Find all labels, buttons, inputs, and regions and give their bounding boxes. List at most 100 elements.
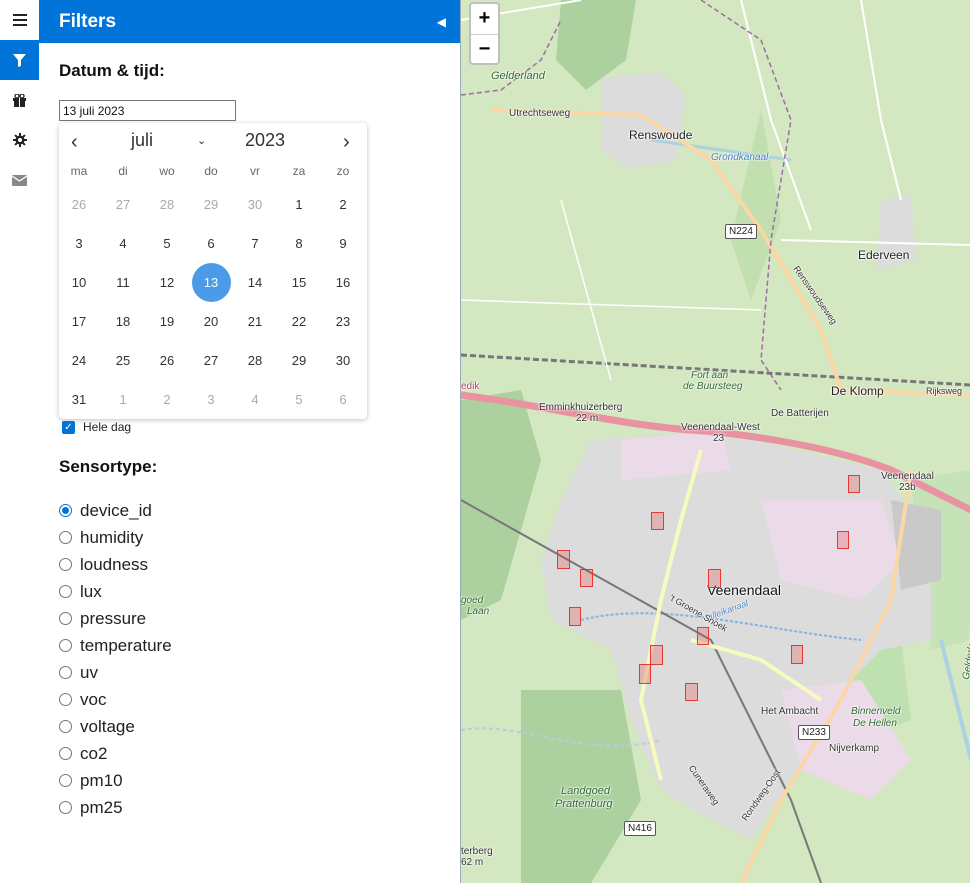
all-day-checkbox[interactable]: ✓ <box>62 420 75 434</box>
radio-button[interactable] <box>59 585 72 598</box>
calendar-day[interactable]: 8 <box>279 224 319 263</box>
sensor-type-option[interactable]: pm25 <box>59 794 172 821</box>
sensor-marker[interactable] <box>685 683 698 701</box>
calendar-day[interactable]: 3 <box>191 380 231 419</box>
calendar-day[interactable]: 30 <box>323 341 363 380</box>
radio-button[interactable] <box>59 774 72 787</box>
sensor-type-option[interactable]: humidity <box>59 524 172 551</box>
calendar-day[interactable]: 4 <box>235 380 275 419</box>
calendar-day[interactable]: 19 <box>147 302 187 341</box>
radio-button[interactable] <box>59 558 72 571</box>
calendar-day[interactable]: 18 <box>103 302 143 341</box>
sensor-marker[interactable] <box>639 664 651 684</box>
sensor-type-option[interactable]: temperature <box>59 632 172 659</box>
calendar-day[interactable]: 15 <box>279 263 319 302</box>
sidebar-tab-messages[interactable] <box>0 160 39 200</box>
calendar-day[interactable]: 21 <box>235 302 275 341</box>
calendar-day[interactable]: 10 <box>59 263 99 302</box>
radio-button[interactable] <box>59 747 72 760</box>
calendar-day[interactable]: 24 <box>59 341 99 380</box>
calendar-day[interactable]: 20 <box>191 302 231 341</box>
sidebar-tab-menu[interactable] <box>0 0 39 40</box>
calendar-day[interactable]: 6 <box>323 380 363 419</box>
calendar-day[interactable]: 30 <box>235 185 275 224</box>
sidebar-tab-filters[interactable] <box>0 40 39 80</box>
radio-button[interactable] <box>59 693 72 706</box>
sensor-marker[interactable] <box>569 607 581 626</box>
radio-button[interactable] <box>59 504 72 517</box>
month-select[interactable]: juli ⌄ <box>131 130 206 151</box>
sensor-type-option[interactable]: co2 <box>59 740 172 767</box>
sensor-type-option[interactable]: device_id <box>59 497 172 524</box>
calendar-day[interactable]: 28 <box>235 341 275 380</box>
calendar-day[interactable]: 7 <box>235 224 275 263</box>
calendar-day[interactable]: 11 <box>103 263 143 302</box>
calendar-day[interactable]: 25 <box>103 341 143 380</box>
radio-button[interactable] <box>59 612 72 625</box>
zoom-out-button[interactable]: − <box>471 34 498 63</box>
radio-button[interactable] <box>59 666 72 679</box>
calendar-day[interactable]: 29 <box>279 341 319 380</box>
calendar-day[interactable]: 12 <box>147 263 187 302</box>
sensor-type-label: pm25 <box>80 797 123 817</box>
radio-button[interactable] <box>59 639 72 652</box>
sensor-marker[interactable] <box>650 645 663 665</box>
radio-button[interactable] <box>59 720 72 733</box>
sensor-marker[interactable] <box>837 531 849 549</box>
calendar-day[interactable]: 17 <box>59 302 99 341</box>
map-label-height-62: 62 m <box>461 857 484 868</box>
zoom-in-button[interactable]: + <box>471 4 498 34</box>
calendar-day[interactable]: 26 <box>147 341 187 380</box>
calendar-day[interactable]: 14 <box>235 263 275 302</box>
sensor-type-option[interactable]: voltage <box>59 713 172 740</box>
map-label-gelderland: Gelderland <box>491 70 545 82</box>
sensor-marker[interactable] <box>848 475 860 493</box>
sensor-type-option[interactable]: lux <box>59 578 172 605</box>
prev-month-button[interactable]: ‹ <box>71 131 78 154</box>
calendar-day[interactable]: 5 <box>147 224 187 263</box>
sensor-type-option[interactable]: loudness <box>59 551 172 578</box>
date-input[interactable] <box>59 100 236 121</box>
map-label-de-batterijen: De Batterijen <box>771 408 829 419</box>
calendar-day[interactable]: 3 <box>59 224 99 263</box>
sensor-marker[interactable] <box>708 569 721 588</box>
map-label-het-ambacht: Het Ambacht <box>761 706 819 717</box>
calendar-day[interactable]: 29 <box>191 185 231 224</box>
calendar-day[interactable]: 5 <box>279 380 319 419</box>
sensor-marker[interactable] <box>697 627 709 645</box>
collapse-icon[interactable]: ◀ <box>437 15 446 29</box>
all-day-checkbox-row[interactable]: ✓ Hele dag <box>62 420 131 434</box>
sensor-marker[interactable] <box>557 550 570 569</box>
calendar-day[interactable]: 27 <box>103 185 143 224</box>
sidebar-tab-gift[interactable] <box>0 80 39 120</box>
calendar-day[interactable]: 27 <box>191 341 231 380</box>
sensor-type-option[interactable]: pressure <box>59 605 172 632</box>
calendar-day[interactable]: 2 <box>147 380 187 419</box>
calendar-day[interactable]: 9 <box>323 224 363 263</box>
sidebar-tab-settings[interactable] <box>0 120 39 160</box>
sensor-marker[interactable] <box>580 569 593 587</box>
calendar-day[interactable]: 2 <box>323 185 363 224</box>
calendar-day[interactable]: 1 <box>279 185 319 224</box>
sensor-type-option[interactable]: pm10 <box>59 767 172 794</box>
calendar-day[interactable]: 22 <box>279 302 319 341</box>
calendar-day[interactable]: 28 <box>147 185 187 224</box>
year-input[interactable]: 2023 <box>245 130 285 151</box>
calendar-day[interactable]: 6 <box>191 224 231 263</box>
calendar-day[interactable]: 23 <box>323 302 363 341</box>
radio-button[interactable] <box>59 801 72 814</box>
calendar-day[interactable]: 13 <box>191 263 231 302</box>
calendar-day[interactable]: 31 <box>59 380 99 419</box>
sensor-marker[interactable] <box>791 645 803 664</box>
map[interactable]: + − Gelderland Utrechtseweg Renswoude Gr… <box>460 0 970 883</box>
calendar-day[interactable]: 26 <box>59 185 99 224</box>
sensor-marker[interactable] <box>651 512 664 530</box>
sensor-type-option[interactable]: uv <box>59 659 172 686</box>
radio-button[interactable] <box>59 531 72 544</box>
sensor-type-option[interactable]: voc <box>59 686 172 713</box>
calendar-day[interactable]: 4 <box>103 224 143 263</box>
calendar-day[interactable]: 16 <box>323 263 363 302</box>
calendar-day[interactable]: 1 <box>103 380 143 419</box>
next-month-button[interactable]: › <box>343 131 350 154</box>
weekday-label: zo <box>336 164 350 178</box>
